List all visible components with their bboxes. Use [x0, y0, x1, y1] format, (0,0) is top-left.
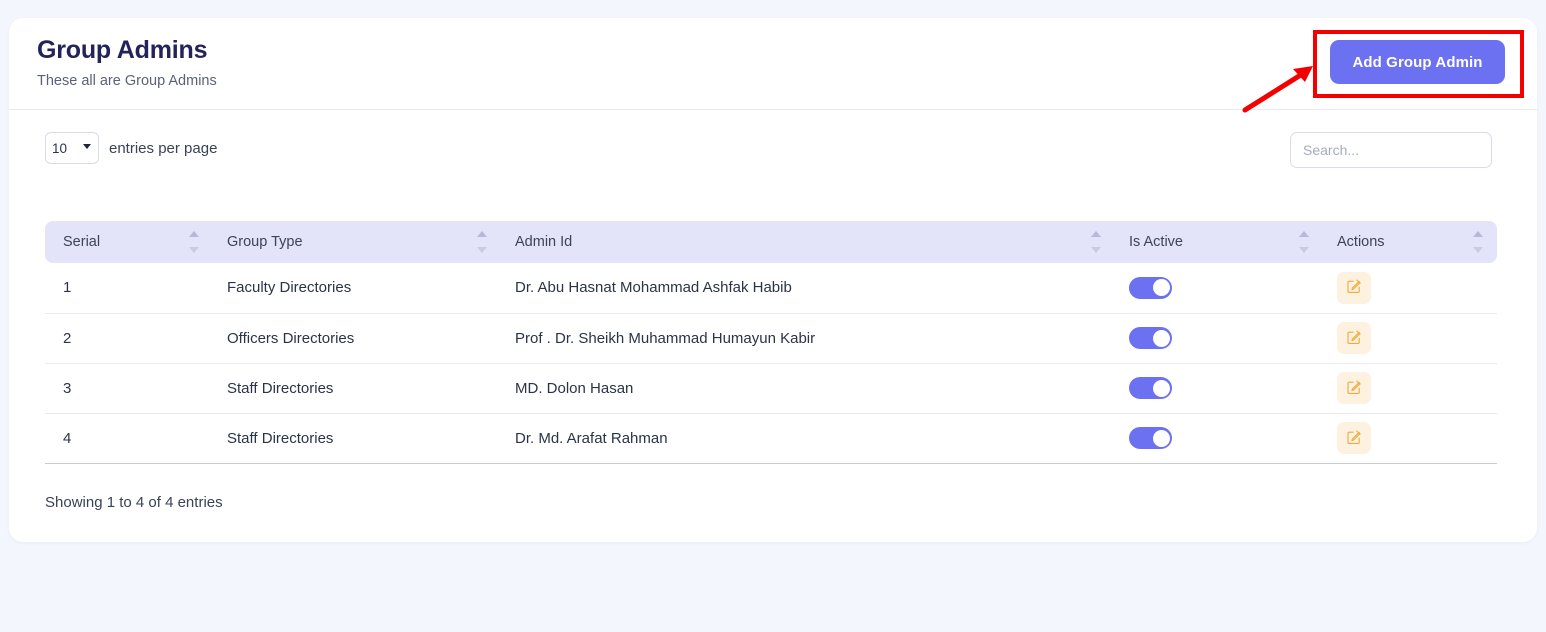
page-title: Group Admins: [37, 34, 217, 66]
column-header-label: Is Active: [1129, 234, 1183, 250]
cell-admin-id: Dr. Abu Hasnat Mohammad Ashfak Habib: [501, 263, 1115, 313]
column-header-group-type[interactable]: Group Type: [213, 221, 501, 263]
table-row: 2 Officers Directories Prof . Dr. Sheikh…: [45, 313, 1497, 363]
edit-icon: [1346, 278, 1362, 297]
sort-arrows-icon[interactable]: [1091, 231, 1101, 253]
table-row: 4 Staff Directories Dr. Md. Arafat Rahma…: [45, 413, 1497, 463]
column-header-label: Actions: [1337, 234, 1385, 250]
edit-icon: [1346, 329, 1362, 348]
toggle-knob: [1153, 430, 1170, 447]
toggle-knob: [1153, 330, 1170, 347]
column-header-label: Serial: [63, 234, 100, 250]
column-header-actions[interactable]: Actions: [1323, 221, 1497, 263]
edit-icon: [1346, 379, 1362, 398]
sort-arrows-icon[interactable]: [1299, 231, 1309, 253]
header-text-block: Group Admins These all are Group Admins: [37, 34, 217, 90]
table-row: 3 Staff Directories MD. Dolon Hasan: [45, 363, 1497, 413]
card-header: Group Admins These all are Group Admins …: [9, 18, 1537, 110]
cell-actions: [1323, 263, 1497, 313]
entries-per-page-select[interactable]: 10: [45, 132, 99, 164]
table-row: 1 Faculty Directories Dr. Abu Hasnat Moh…: [45, 263, 1497, 313]
column-header-label: Group Type: [227, 234, 303, 250]
group-admins-table: Serial Group Type Admin Id Is Activ: [45, 221, 1497, 464]
column-header-serial[interactable]: Serial: [45, 221, 213, 263]
add-group-admin-button[interactable]: Add Group Admin: [1330, 40, 1505, 84]
cell-group-type: Staff Directories: [213, 413, 501, 463]
column-header-admin-id[interactable]: Admin Id: [501, 221, 1115, 263]
edit-button[interactable]: [1337, 272, 1371, 304]
app-page: Group Admins These all are Group Admins …: [0, 0, 1546, 632]
sort-arrows-icon[interactable]: [477, 231, 487, 253]
edit-icon: [1346, 429, 1362, 448]
cell-is-active: [1115, 313, 1323, 363]
cell-serial: 1: [45, 263, 213, 313]
cell-is-active: [1115, 363, 1323, 413]
cell-group-type: Staff Directories: [213, 363, 501, 413]
cell-actions: [1323, 413, 1497, 463]
cell-admin-id: Prof . Dr. Sheikh Muhammad Humayun Kabir: [501, 313, 1115, 363]
cell-actions: [1323, 313, 1497, 363]
page-subtitle: These all are Group Admins: [37, 72, 217, 90]
edit-button[interactable]: [1337, 322, 1371, 354]
column-header-label: Admin Id: [515, 234, 572, 250]
group-admins-table-wrap: Serial Group Type Admin Id Is Activ: [45, 221, 1497, 464]
entries-per-page-label: entries per page: [109, 140, 217, 157]
edit-button[interactable]: [1337, 422, 1371, 454]
cell-actions: [1323, 363, 1497, 413]
entries-select-wrap: 10: [45, 132, 99, 164]
is-active-toggle[interactable]: [1129, 277, 1172, 299]
cell-serial: 3: [45, 363, 213, 413]
sort-arrows-icon[interactable]: [1473, 231, 1483, 253]
toggle-knob: [1153, 380, 1170, 397]
cell-serial: 2: [45, 313, 213, 363]
is-active-toggle[interactable]: [1129, 427, 1172, 449]
cell-admin-id: Dr. Md. Arafat Rahman: [501, 413, 1115, 463]
cell-is-active: [1115, 413, 1323, 463]
search-input[interactable]: [1290, 132, 1492, 168]
sort-arrows-icon[interactable]: [189, 231, 199, 253]
cell-admin-id: MD. Dolon Hasan: [501, 363, 1115, 413]
cell-serial: 4: [45, 413, 213, 463]
table-footer-info: Showing 1 to 4 of 4 entries: [45, 494, 223, 511]
cell-group-type: Officers Directories: [213, 313, 501, 363]
entries-per-page-group: 10 entries per page: [45, 132, 217, 164]
cell-is-active: [1115, 263, 1323, 313]
cell-group-type: Faculty Directories: [213, 263, 501, 313]
group-admins-card: Group Admins These all are Group Admins …: [9, 18, 1537, 542]
table-head: Serial Group Type Admin Id Is Activ: [45, 221, 1497, 263]
toggle-knob: [1153, 279, 1170, 296]
table-header-row: Serial Group Type Admin Id Is Activ: [45, 221, 1497, 263]
table-body: 1 Faculty Directories Dr. Abu Hasnat Moh…: [45, 263, 1497, 463]
edit-button[interactable]: [1337, 372, 1371, 404]
is-active-toggle[interactable]: [1129, 327, 1172, 349]
is-active-toggle[interactable]: [1129, 377, 1172, 399]
column-header-is-active[interactable]: Is Active: [1115, 221, 1323, 263]
